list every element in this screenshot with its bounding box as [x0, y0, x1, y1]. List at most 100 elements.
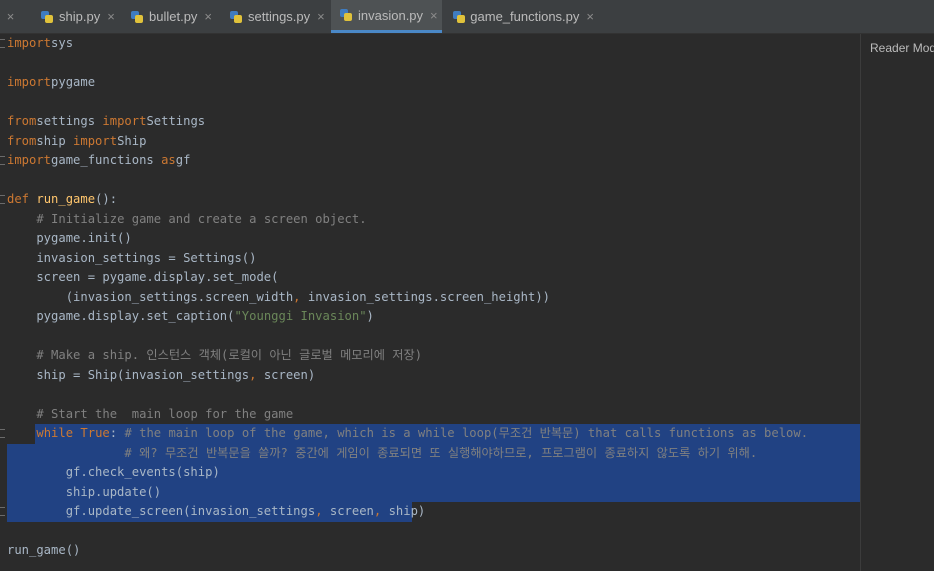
code-token: as [161, 153, 176, 167]
code-token: import [7, 36, 52, 50]
code-token: from [7, 133, 37, 148]
code-line[interactable] [0, 385, 860, 405]
code-line[interactable]: # Start the main loop for the game [0, 405, 860, 425]
code-text: # Make a ship. 인스턴스 객체(로컬이 아닌 글로벌 메모리에 저… [7, 346, 422, 366]
code-token: invasion_settings = Settings() [7, 250, 257, 265]
editor-tab-bar: py×ship.py×bullet.py×settings.py×invasio… [0, 0, 934, 34]
code-text: gf.update_screen(invasion_settings, scre… [7, 502, 426, 522]
python-file-icon [339, 8, 353, 22]
code-line[interactable]: # Initialize game and create a screen ob… [0, 210, 860, 230]
code-token: , [315, 504, 323, 518]
code-token: (): [95, 192, 118, 206]
code-token: # the main loop of the game, which is a … [124, 426, 809, 440]
code-token: pygame.display.set_caption( [7, 309, 235, 323]
code-token: pygame [51, 75, 96, 89]
code-token: settings [36, 114, 103, 128]
close-icon[interactable]: × [204, 9, 212, 24]
code-line[interactable]: ship.update() [0, 483, 860, 503]
tab-label: settings.py [248, 9, 311, 24]
code-line[interactable]: run_game() [0, 541, 860, 561]
code-token: import [102, 114, 147, 128]
code-token: gf.update_screen(invasion_settings [7, 504, 316, 518]
python-file-icon [452, 10, 465, 24]
code-token: ship.update() [7, 484, 162, 499]
right-margin-guide [860, 34, 861, 571]
python-file-icon [40, 10, 54, 24]
code-token: Ship [117, 133, 147, 148]
code-token: ship [36, 133, 74, 148]
tab-invasion-py[interactable]: invasion.py × [331, 0, 442, 33]
code-token: sys [51, 36, 74, 50]
code-line[interactable] [0, 327, 860, 347]
code-line[interactable] [0, 522, 860, 542]
code-token: ship) [381, 504, 426, 518]
code-token: screen) [256, 367, 316, 382]
code-line[interactable] [0, 54, 860, 74]
code-text: # 왜? 무조건 반복문을 쓸까? 중간에 게임이 종료되면 또 실행해야하므로… [7, 444, 757, 464]
close-icon[interactable]: × [107, 9, 115, 24]
code-line[interactable]: def run_game(): [0, 190, 860, 210]
code-line[interactable]: screen = pygame.display.set_mode( [0, 268, 860, 288]
tab-ship-py[interactable]: ship.py × [32, 0, 120, 33]
code-token: import [73, 133, 118, 148]
code-text: pygame.init() [7, 229, 131, 249]
tab-py[interactable]: py× [0, 0, 26, 33]
code-line[interactable]: (invasion_settings.screen_width, invasio… [0, 288, 860, 308]
code-line[interactable]: pygame.display.set_caption("Younggi Inva… [0, 307, 860, 327]
code-text: while True: # the main loop of the game,… [7, 424, 808, 444]
code-line[interactable]: importsys [0, 34, 860, 54]
fold-marker-icon[interactable] [0, 429, 5, 438]
code-line[interactable]: gf.check_events(ship) [0, 463, 860, 483]
close-icon[interactable]: × [317, 9, 325, 24]
tab-label: invasion.py [358, 7, 424, 23]
code-line[interactable] [0, 171, 860, 191]
code-line[interactable]: invasion_settings = Settings() [0, 249, 860, 269]
close-icon[interactable]: × [586, 9, 594, 24]
code-line[interactable]: fromship importShip [0, 132, 860, 152]
code-line[interactable]: # Make a ship. 인스턴스 객체(로컬이 아닌 글로벌 메모리에 저… [0, 346, 860, 366]
code-text: importpygame [7, 73, 95, 93]
code-token: run_game [36, 192, 96, 206]
code-line[interactable]: # 왜? 무조건 반복문을 쓸까? 중간에 게임이 종료되면 또 실행해야하므로… [0, 444, 860, 464]
tab-settings-py[interactable]: settings.py × [221, 0, 329, 33]
code-token: run_game() [7, 543, 81, 557]
code-token: from [7, 114, 37, 128]
tab-game_functions-py[interactable]: game_functions.py × [444, 0, 594, 33]
code-token: def [7, 192, 37, 206]
code-token: # Start the main loop for the game [36, 406, 294, 421]
fold-marker-icon[interactable] [0, 156, 5, 165]
fold-marker-icon[interactable] [0, 507, 5, 516]
code-line[interactable]: importpygame [0, 73, 860, 93]
code-line[interactable] [0, 93, 860, 113]
fold-marker-icon[interactable] [0, 39, 5, 48]
code-token: screen = pygame.display.set_mode( [7, 270, 279, 284]
code-line[interactable]: fromsettings importSettings [0, 112, 860, 132]
code-line[interactable]: importgame_functions asgf [0, 151, 860, 171]
code-line[interactable]: while True: # the main loop of the game,… [0, 424, 860, 444]
code-line[interactable]: pygame.init() [0, 229, 860, 249]
code-line[interactable]: ship = Ship(invasion_settings, screen) [0, 366, 860, 386]
code-text: # Start the main loop for the game [7, 405, 293, 425]
fold-marker-icon[interactable] [0, 195, 5, 204]
code-editor[interactable]: importsys importpygame fromsettings import… [0, 34, 860, 571]
reader-mode-button[interactable]: Reader Mode [870, 41, 934, 55]
code-token: (invasion_settings.screen_width [7, 289, 294, 304]
close-icon[interactable]: × [430, 8, 438, 23]
code-token: while [36, 426, 81, 440]
tab-label: ship.py [59, 9, 101, 24]
code-line[interactable]: gf.update_screen(invasion_settings, scre… [0, 502, 860, 522]
code-token: gf.check_events(ship) [7, 465, 220, 479]
code-token: , [293, 289, 301, 304]
code-token: "Younggi Invasion" [234, 309, 367, 323]
code-token: # 왜? 무조건 반복문을 쓸까? 중간에 게임이 종료되면 또 실행해야하므로… [124, 445, 758, 460]
code-text: ship = Ship(invasion_settings, screen) [7, 366, 315, 386]
close-icon[interactable]: × [7, 9, 15, 24]
code-text: invasion_settings = Settings() [7, 249, 256, 269]
code-token: # Make a ship. 인스턴스 객체(로컬이 아닌 글로벌 메모리에 저… [36, 348, 423, 362]
code-text: screen = pygame.display.set_mode( [7, 268, 279, 288]
tab-bullet-py[interactable]: bullet.py × [122, 0, 219, 33]
